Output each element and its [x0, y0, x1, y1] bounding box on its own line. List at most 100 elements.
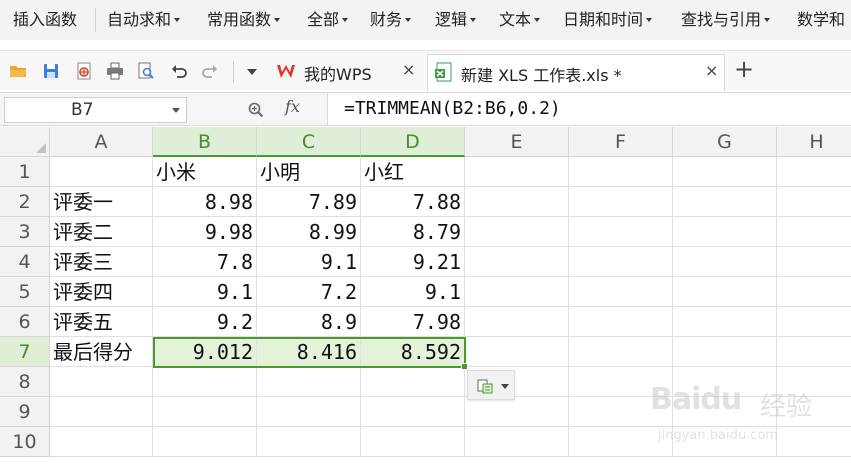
column-header-d[interactable]: D — [361, 127, 465, 157]
cell-c8[interactable] — [257, 367, 361, 397]
ribbon-item-2[interactable]: 常用函数 — [207, 10, 281, 30]
cell-g2[interactable] — [673, 187, 777, 217]
row-header-3[interactable]: 3 — [0, 217, 50, 247]
cell-c6[interactable]: 8.9 — [257, 307, 361, 337]
ribbon-item-7[interactable]: 日期和时间 — [563, 10, 653, 30]
cell-b9[interactable] — [153, 397, 257, 427]
customize-dropdown-icon[interactable] — [243, 62, 261, 80]
insert-function-icon[interactable]: fx — [285, 97, 300, 116]
column-header-g[interactable]: G — [673, 127, 777, 157]
cell-f10[interactable] — [569, 427, 673, 457]
cell-c7[interactable]: 8.416 — [257, 337, 361, 367]
cell-f4[interactable] — [569, 247, 673, 277]
column-header-f[interactable]: F — [569, 127, 673, 157]
ribbon-item-3[interactable]: 全部 — [307, 10, 349, 30]
function-search-icon[interactable] — [247, 101, 265, 119]
cell-a2[interactable]: 评委一 — [50, 187, 153, 217]
cell-d5[interactable]: 9.1 — [361, 277, 465, 307]
cell-c9[interactable] — [257, 397, 361, 427]
cell-b4[interactable]: 7.8 — [153, 247, 257, 277]
cell-h3[interactable] — [777, 217, 851, 247]
cell-d6[interactable]: 7.98 — [361, 307, 465, 337]
cell-e1[interactable] — [465, 157, 569, 187]
row-header-6[interactable]: 6 — [0, 307, 50, 337]
tab-my-wps[interactable]: 我的WPS × — [268, 54, 424, 91]
cell-f6[interactable] — [569, 307, 673, 337]
ribbon-item-6[interactable]: 文本 — [499, 10, 541, 30]
column-header-b[interactable]: B — [153, 127, 257, 157]
cell-g10[interactable] — [673, 427, 777, 457]
cell-a4[interactable]: 评委三 — [50, 247, 153, 277]
cell-e6[interactable] — [465, 307, 569, 337]
cell-a6[interactable]: 评委五 — [50, 307, 153, 337]
cell-b5[interactable]: 9.1 — [153, 277, 257, 307]
paste-options-button[interactable] — [467, 370, 515, 400]
cell-d10[interactable] — [361, 427, 465, 457]
cell-c4[interactable]: 9.1 — [257, 247, 361, 277]
row-header-5[interactable]: 5 — [0, 277, 50, 307]
cell-d2[interactable]: 7.88 — [361, 187, 465, 217]
cell-h7[interactable] — [777, 337, 851, 367]
cell-c10[interactable] — [257, 427, 361, 457]
cell-d8[interactable] — [361, 367, 465, 397]
ribbon-item-0[interactable]: 插入函数 — [13, 10, 77, 30]
print-icon[interactable] — [106, 62, 124, 80]
cell-d7[interactable]: 8.592 — [361, 337, 465, 367]
column-header-h[interactable]: H — [777, 127, 851, 157]
tab-xls-workbook[interactable]: 新建 XLS 工作表.xls * × — [427, 54, 725, 91]
ribbon-item-5[interactable]: 逻辑 — [435, 10, 477, 30]
name-box[interactable]: B7 — [4, 97, 187, 123]
cell-g1[interactable] — [673, 157, 777, 187]
cell-g3[interactable] — [673, 217, 777, 247]
cell-h8[interactable] — [777, 367, 851, 397]
cell-a10[interactable] — [50, 427, 153, 457]
cell-d3[interactable]: 8.79 — [361, 217, 465, 247]
formula-input[interactable]: =TRIMMEAN(B2:B6,0.2) — [327, 93, 851, 125]
row-header-2[interactable]: 2 — [0, 187, 50, 217]
cell-f8[interactable] — [569, 367, 673, 397]
new-tab-icon[interactable]: + — [734, 57, 754, 81]
cell-e5[interactable] — [465, 277, 569, 307]
cell-a7[interactable]: 最后得分 — [50, 337, 153, 367]
cell-b6[interactable]: 9.2 — [153, 307, 257, 337]
cell-h2[interactable] — [777, 187, 851, 217]
cell-a3[interactable]: 评委二 — [50, 217, 153, 247]
cell-e9[interactable] — [465, 397, 569, 427]
close-tab-icon[interactable]: × — [402, 60, 415, 79]
row-header-10[interactable]: 10 — [0, 427, 50, 457]
cell-g8[interactable] — [673, 367, 777, 397]
cell-h10[interactable] — [777, 427, 851, 457]
ribbon-item-1[interactable]: 自动求和 — [107, 10, 181, 30]
cell-c2[interactable]: 7.89 — [257, 187, 361, 217]
column-header-a[interactable]: A — [50, 127, 153, 157]
cell-a8[interactable] — [50, 367, 153, 397]
cell-b2[interactable]: 8.98 — [153, 187, 257, 217]
cell-h9[interactable] — [777, 397, 851, 427]
export-pdf-icon[interactable] — [75, 62, 93, 80]
cell-f9[interactable] — [569, 397, 673, 427]
row-header-7[interactable]: 7 — [0, 337, 50, 367]
cell-e3[interactable] — [465, 217, 569, 247]
save-icon[interactable] — [42, 62, 60, 80]
cell-e2[interactable] — [465, 187, 569, 217]
cell-h6[interactable] — [777, 307, 851, 337]
cell-c1[interactable]: 小明 — [257, 157, 361, 187]
cell-a5[interactable]: 评委四 — [50, 277, 153, 307]
cell-a1[interactable] — [50, 157, 153, 187]
cell-e10[interactable] — [465, 427, 569, 457]
chevron-down-icon[interactable] — [172, 108, 180, 113]
cell-h1[interactable] — [777, 157, 851, 187]
ribbon-item-9[interactable]: 数学和 — [797, 10, 845, 30]
row-header-4[interactable]: 4 — [0, 247, 50, 277]
cell-e7[interactable] — [465, 337, 569, 367]
cell-h5[interactable] — [777, 277, 851, 307]
row-header-9[interactable]: 9 — [0, 397, 50, 427]
cell-b7[interactable]: 9.012 — [153, 337, 257, 367]
close-tab-icon[interactable]: × — [705, 61, 718, 80]
cell-f5[interactable] — [569, 277, 673, 307]
row-header-8[interactable]: 8 — [0, 367, 50, 397]
cell-a9[interactable] — [50, 397, 153, 427]
cell-b1[interactable]: 小米 — [153, 157, 257, 187]
cell-f1[interactable] — [569, 157, 673, 187]
cell-f3[interactable] — [569, 217, 673, 247]
